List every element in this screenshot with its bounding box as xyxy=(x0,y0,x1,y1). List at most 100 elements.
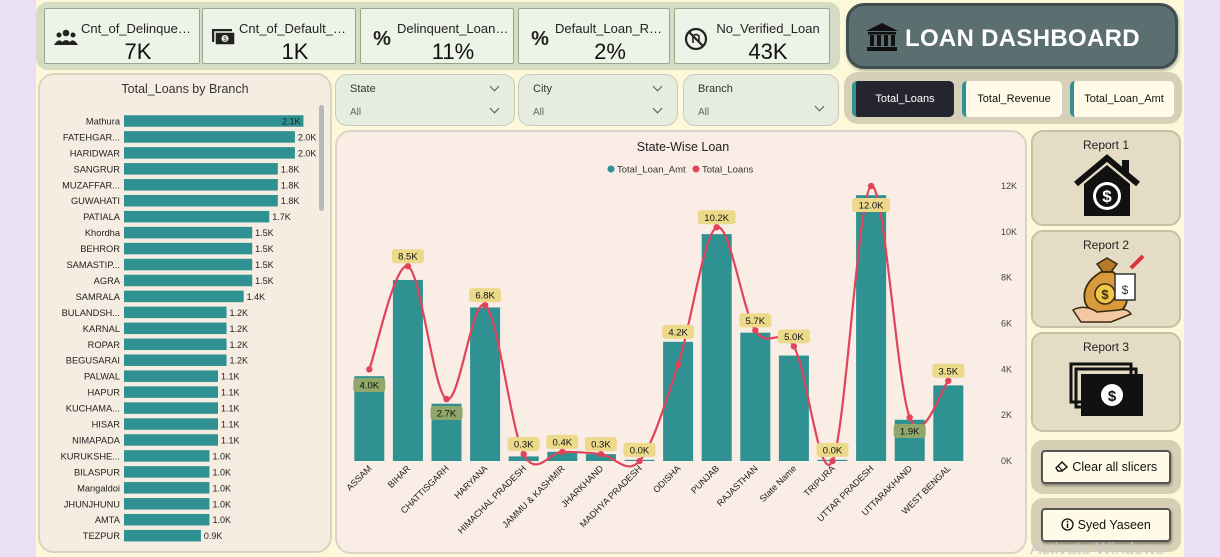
branch-category-label: FATEHGAR... xyxy=(63,132,120,142)
kpi-label: Default_Loan_Rate xyxy=(555,21,665,36)
total-loans-point xyxy=(829,457,836,465)
branch-bar xyxy=(124,210,270,223)
report-1-button[interactable]: Report 1 $ xyxy=(1031,130,1181,226)
total-revenue-button[interactable]: Total_Revenue xyxy=(962,81,1062,117)
bank-icon xyxy=(866,23,898,51)
branch-category-label: HARIDWAR xyxy=(70,148,121,158)
state-data-label: 0.3K xyxy=(584,437,617,452)
branch-category-label: KARNAL xyxy=(83,324,120,334)
kpi-card-delinquent-count[interactable]: Cnt_of_Delinquen... 7K xyxy=(44,8,200,64)
branch-bar xyxy=(124,386,218,398)
branch-category-label: Khordha xyxy=(85,228,121,238)
branch-data-label: 1.2K xyxy=(230,356,249,366)
state-bar xyxy=(663,341,694,461)
branch-data-label: 1.8K xyxy=(281,180,300,190)
state-combo-chart: State-Wise Loan Total_Loan_Amt Total_Loans… xyxy=(344,140,1017,536)
svg-text:0.3K: 0.3K xyxy=(514,440,534,451)
legend-label: Total_Loans xyxy=(702,165,753,176)
branch-category-label: TEZPUR xyxy=(83,531,120,541)
branch-bar xyxy=(124,306,227,319)
clear-slicers-wrap: Clear all slicers xyxy=(1031,440,1181,494)
state-slicer[interactable]: State All xyxy=(335,74,515,126)
chevron-down-icon[interactable] xyxy=(652,103,663,114)
money-bag-icon: $ $ xyxy=(1071,254,1145,323)
slicer-value: All xyxy=(350,107,362,118)
branch-data-label: 1.1K xyxy=(221,372,240,382)
percent-icon: % xyxy=(531,28,549,50)
state-category-label: HARYANA xyxy=(452,463,489,500)
total-loans-point xyxy=(366,366,373,373)
total-loans-point xyxy=(906,414,913,421)
measure-button-band: Total_Loans Total_Revenue Total_Loan_Amt xyxy=(844,72,1182,124)
total-loans-point xyxy=(674,361,682,368)
report-3-button[interactable]: Report 3 $ xyxy=(1031,332,1181,432)
y2-tick-label: 0K xyxy=(1001,456,1012,466)
branch-data-label: 1.5K xyxy=(255,276,274,286)
branch-bar xyxy=(124,147,295,159)
city-slicer[interactable]: City All xyxy=(518,74,678,126)
branch-category-label: Mangaldoi xyxy=(77,483,120,493)
svg-text:$: $ xyxy=(1122,283,1129,297)
branch-bar xyxy=(124,194,278,207)
svg-text:2.7K: 2.7K xyxy=(437,409,457,420)
total-loans-point xyxy=(520,450,527,458)
windows-watermark: Activate Windows xyxy=(1030,539,1165,557)
chart-legend: Total_Loan_Amt Total_Loans xyxy=(607,165,753,176)
kpi-card-delinquent-rate[interactable]: % Delinquent_Loans... 11% xyxy=(360,8,514,64)
percent-icon: % xyxy=(373,28,391,50)
state-data-label: 0.0K xyxy=(816,442,849,457)
branch-data-label: 1.2K xyxy=(230,308,249,318)
total-loans-button[interactable]: Total_Loans xyxy=(852,81,954,117)
kpi-card-no-verified[interactable]: No_Verified_Loan 43K xyxy=(674,8,830,64)
state-bar xyxy=(701,234,732,461)
state-bar xyxy=(933,385,964,461)
branch-bar xyxy=(124,482,210,494)
state-category-label: State Name xyxy=(758,463,799,504)
state-bar xyxy=(778,355,809,461)
state-chart-panel: State-Wise Loan Total_Loan_Amt Total_Loans… xyxy=(335,130,1027,554)
state-data-label: 4.0K xyxy=(353,378,386,392)
chevron-down-icon[interactable] xyxy=(489,103,500,114)
state-category-label: HIMACHAL PRADESH xyxy=(456,463,528,535)
branch-bar xyxy=(124,131,295,143)
branch-category-label: ROPAR xyxy=(88,340,121,350)
branch-category-label: HAPUR xyxy=(87,388,120,398)
total-loans-point xyxy=(404,263,412,270)
legend-label: Total_Loan_Amt xyxy=(617,165,686,176)
branch-data-label: 1.7K xyxy=(272,212,291,222)
author-button[interactable]: Syed Yaseen xyxy=(1041,508,1171,542)
no-verified-icon xyxy=(683,27,709,51)
legend-marker xyxy=(607,165,615,173)
total-loans-point xyxy=(481,301,489,309)
branch-scrollbar xyxy=(319,105,324,211)
svg-text:0.3K: 0.3K xyxy=(591,440,611,451)
svg-text:0.4K: 0.4K xyxy=(553,437,573,448)
svg-text:4.0K: 4.0K xyxy=(360,381,380,392)
total-loan-amt-button[interactable]: Total_Loan_Amt xyxy=(1070,81,1174,117)
branch-bar xyxy=(124,498,210,510)
total-loans-point xyxy=(559,448,566,456)
branch-category-label: HISAR xyxy=(92,420,121,430)
branch-data-label: 1.0K xyxy=(212,483,231,493)
total-loans-point xyxy=(867,182,875,190)
svg-text:0.0K: 0.0K xyxy=(823,445,843,456)
kpi-value: 43K xyxy=(748,39,788,64)
branch-bar xyxy=(124,338,227,351)
kpi-card-default-rate[interactable]: % Default_Loan_Rate 2% xyxy=(518,8,670,64)
y2-tick-label: 12K xyxy=(1001,181,1017,191)
branch-bar xyxy=(124,179,278,191)
state-category-label: TRIPURA xyxy=(802,463,837,498)
chevron-down-icon[interactable] xyxy=(814,101,825,112)
branch-slicer[interactable]: Branch All xyxy=(683,74,839,126)
branch-category-label: KUCHAMA... xyxy=(66,404,120,414)
kpi-card-default-count[interactable]: $ Cnt_of_Default_Lo... 1K xyxy=(202,8,356,64)
total-loans-point xyxy=(752,327,759,334)
branch-bar xyxy=(124,242,253,255)
branch-data-label: 1.1K xyxy=(221,435,240,445)
total-loans-point xyxy=(636,457,643,465)
clear-all-slicers-button[interactable]: Clear all slicers xyxy=(1041,450,1171,484)
report-2-button[interactable]: Report 2 $ $ xyxy=(1031,230,1181,328)
state-data-label: 5.0K xyxy=(777,329,810,344)
branch-category-label: PATIALA xyxy=(83,212,121,222)
svg-text:12.0K: 12.0K xyxy=(859,201,884,212)
